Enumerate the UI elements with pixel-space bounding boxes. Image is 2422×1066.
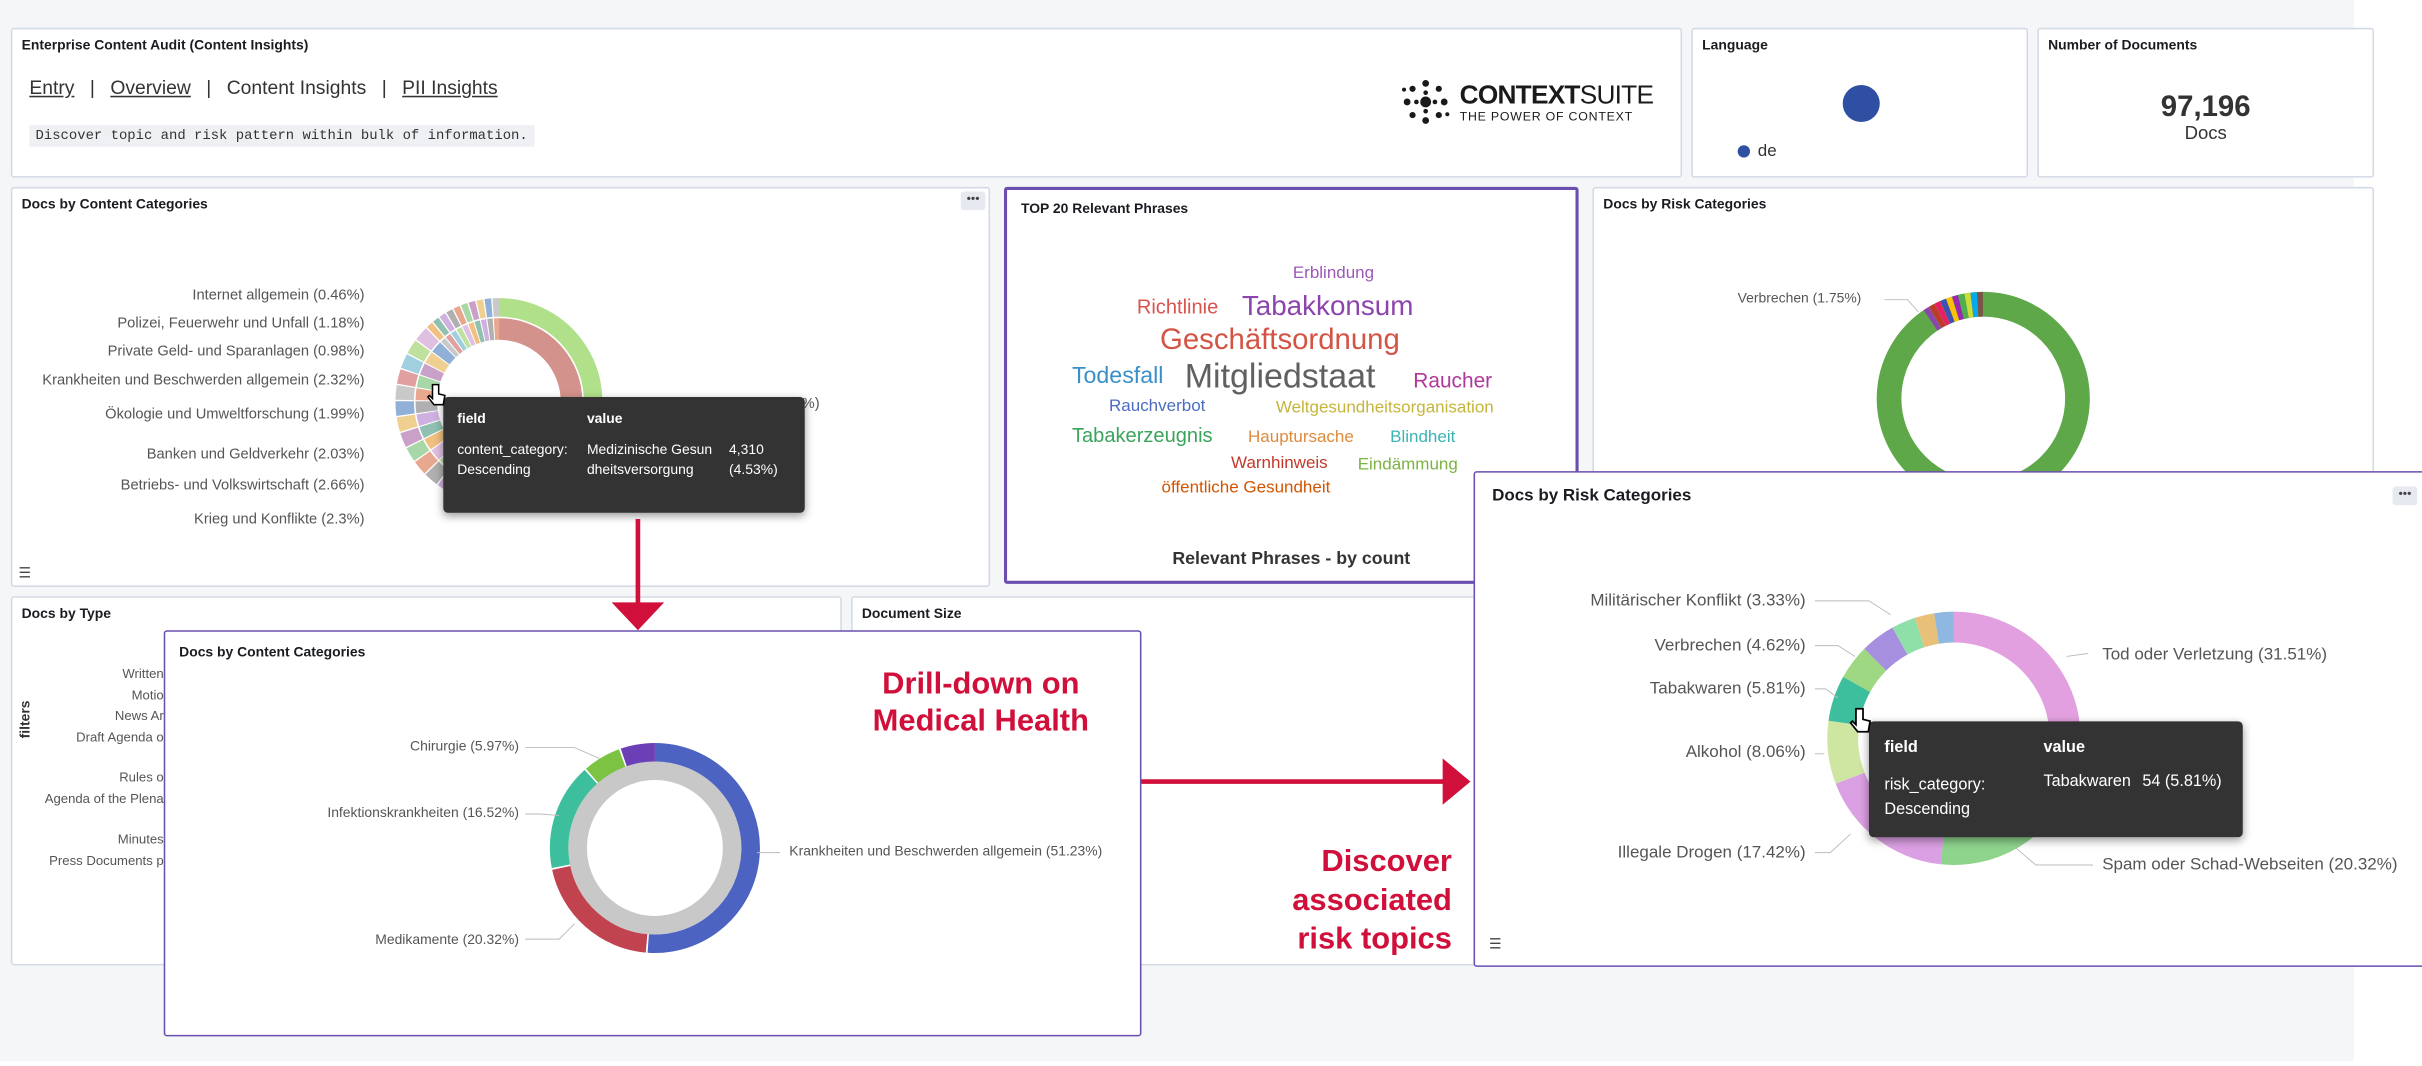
risk-label: Illegale Drogen (17.42%) <box>1618 843 1806 862</box>
risk-label: Spam oder Schad-Webseiten (20.32%) <box>2102 856 2397 875</box>
risk-label: Alkohol (8.06%) <box>1686 743 1806 762</box>
risk-label: Militärischer Konflikt (3.33%) <box>1590 592 1805 611</box>
risk-label: Tod oder Verletzung (31.51%) <box>2102 646 2327 665</box>
risk-label: Tabakwaren (5.81%) <box>1650 680 1806 699</box>
risk-slice[interactable] <box>1920 628 1937 632</box>
tooltip-head-value: value <box>2044 738 2085 757</box>
tooltip-value: Tabakwaren <box>2044 772 2131 791</box>
risk-slice[interactable] <box>1900 633 1920 642</box>
tooltip-head-field: field <box>1884 738 1917 757</box>
risk-big-chart <box>0 0 2422 1061</box>
tooltip-field: risk_category: Descending <box>1884 772 2038 821</box>
risk-slice[interactable] <box>1875 641 1900 660</box>
cursor-icon <box>1849 706 1874 740</box>
risk-slice[interactable] <box>1857 660 1876 685</box>
risk-label: Verbrechen (4.62%) <box>1655 636 1806 655</box>
risk-slice[interactable] <box>1937 627 1954 628</box>
tooltip-count: 54 (5.81%) <box>2142 772 2221 791</box>
risk-category-tooltip: field value risk_category: Descending Ta… <box>1869 721 2243 837</box>
